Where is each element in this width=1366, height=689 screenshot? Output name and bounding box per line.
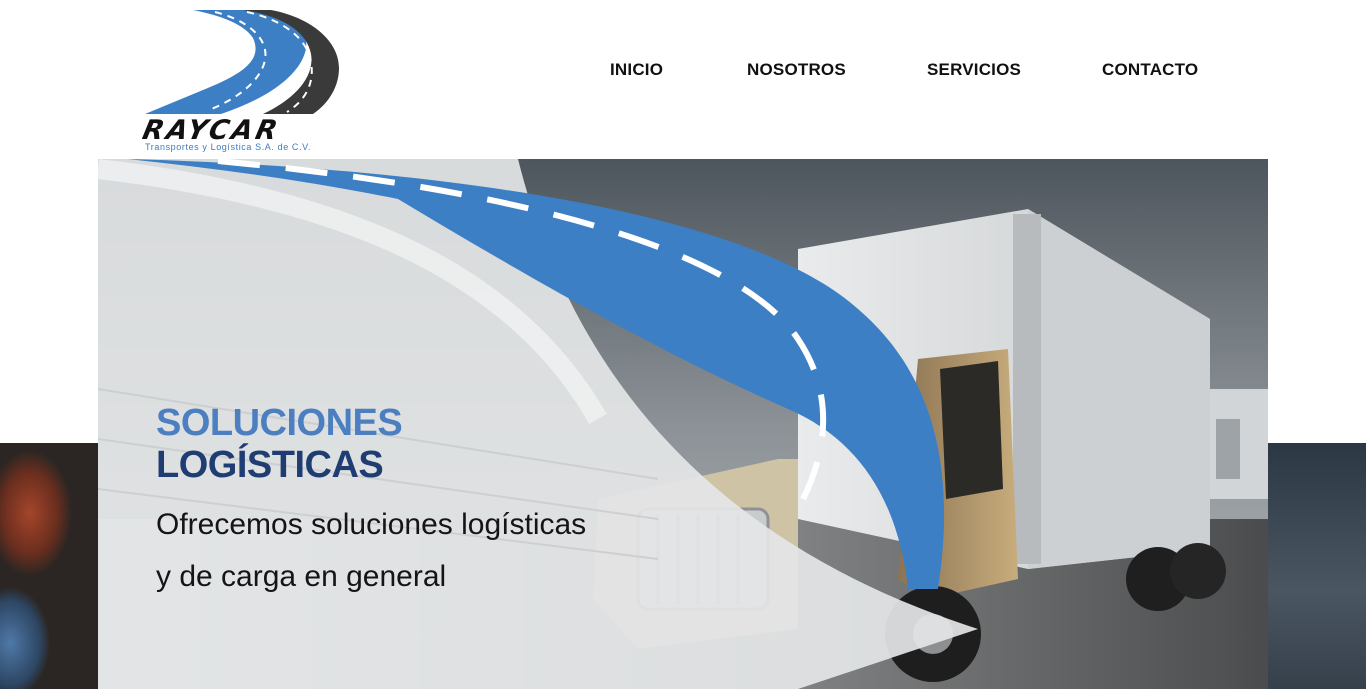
road-logo-icon xyxy=(145,10,339,114)
subtitle-line-1: Ofrecemos soluciones logísticas xyxy=(156,508,587,541)
logo-tagline: Transportes y Logística S.A. de C.V. xyxy=(145,142,312,152)
hero-banner: SOLUCIONES LOGÍSTICAS Ofrecemos solucion… xyxy=(98,159,1268,689)
subtitle-line-2: y de carga en general xyxy=(156,560,447,593)
background-image-left xyxy=(0,443,98,689)
nav-servicios[interactable]: SERVICIOS xyxy=(927,60,1021,80)
background-image-right xyxy=(1268,443,1366,689)
nav-inicio[interactable]: INICIO xyxy=(610,60,663,80)
main-nav: INICIO NOSOTROS SERVICIOS CONTACTO xyxy=(560,60,1240,86)
hero-headline: SOLUCIONES LOGÍSTICAS xyxy=(156,402,403,486)
logo[interactable]: RAYCAR Transportes y Logística S.A. de C… xyxy=(140,8,349,156)
headline-line-1: SOLUCIONES xyxy=(156,402,403,444)
hero-subtitle: Ofrecemos soluciones logísticas y de car… xyxy=(156,499,676,603)
headline-line-2: LOGÍSTICAS xyxy=(156,444,384,486)
nav-contacto[interactable]: CONTACTO xyxy=(1102,60,1198,80)
nav-nosotros[interactable]: NOSOTROS xyxy=(747,60,846,80)
